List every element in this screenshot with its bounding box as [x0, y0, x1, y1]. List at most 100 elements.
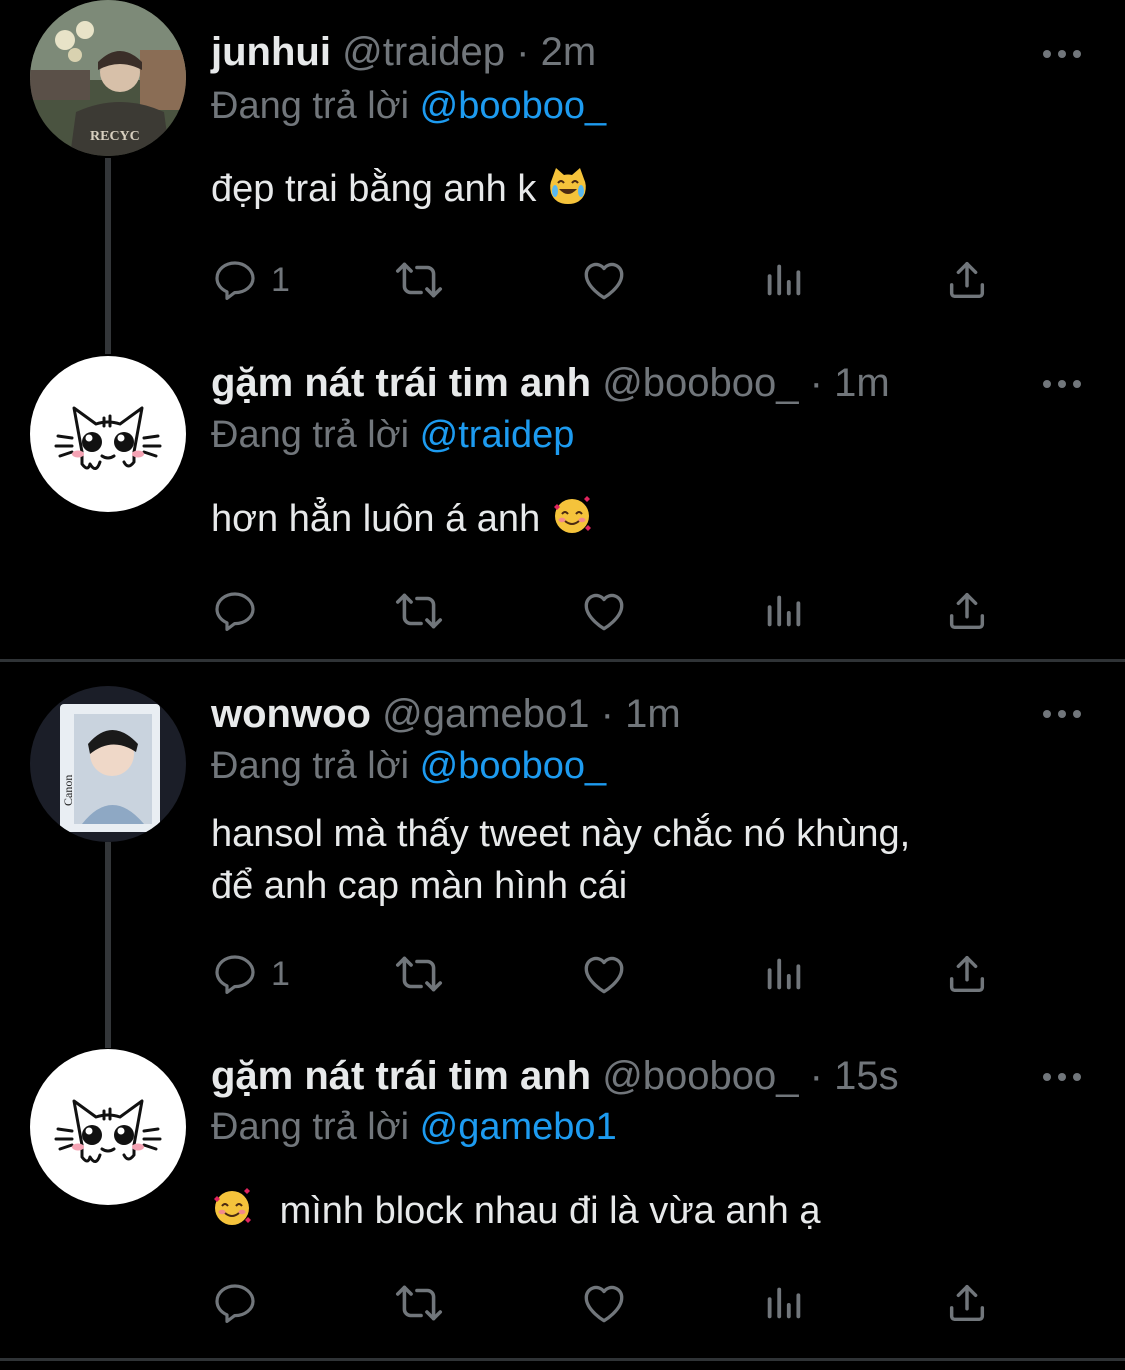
replying-to: Đang trả lời @booboo_ — [211, 742, 606, 790]
more-options-button[interactable] — [1040, 1067, 1084, 1087]
replying-to-label: Đang trả lời — [211, 745, 410, 787]
timestamp[interactable]: 1m — [625, 692, 681, 736]
mention-link[interactable]: @booboo_ — [420, 745, 607, 787]
like-button[interactable] — [579, 581, 629, 641]
smiling-face-with-hearts-emoji — [553, 496, 591, 533]
like-icon — [579, 255, 629, 305]
tweet-2[interactable]: gặm nát trái tim anh @booboo_ · 1m Đang … — [0, 355, 1125, 655]
conversation-divider — [0, 1358, 1125, 1361]
avatar[interactable] — [30, 356, 186, 512]
share-icon — [944, 257, 990, 303]
mention-link[interactable]: @traidep — [420, 414, 575, 456]
share-button[interactable] — [944, 581, 990, 641]
more-options-button[interactable] — [1040, 704, 1084, 724]
tweet-text-content: hơn hẳn luôn á anh — [211, 498, 541, 540]
reply-button[interactable] — [211, 581, 259, 641]
cat-doodle-avatar — [30, 1049, 186, 1205]
tweet-text-content: mình block nhau đi là vừa anh ạ — [279, 1190, 821, 1232]
separator-dot: · — [600, 692, 614, 736]
display-name[interactable]: gặm nát trái tim anh — [211, 361, 591, 405]
replying-to-label: Đang trả lời — [211, 414, 410, 456]
like-button[interactable] — [579, 250, 629, 310]
separator-dot: · — [809, 1054, 823, 1098]
like-icon — [579, 949, 629, 999]
reply-icon — [211, 256, 259, 304]
crying-laughing-cat-emoji — [550, 168, 586, 204]
analytics-icon — [761, 588, 807, 634]
reply-icon — [211, 950, 259, 998]
tweet-text: mình block nhau đi là vừa anh ạ — [211, 1185, 1061, 1237]
like-button[interactable] — [579, 1273, 629, 1333]
analytics-button[interactable] — [761, 250, 807, 310]
share-icon — [944, 1280, 990, 1326]
more-icon — [1040, 44, 1084, 64]
tweet-text-line: hansol mà thấy tweet này chắc nó khùng, — [211, 813, 911, 855]
thread-connector-line — [105, 842, 111, 1048]
timestamp[interactable]: 1m — [834, 361, 890, 405]
more-options-button[interactable] — [1040, 374, 1084, 394]
analytics-icon — [761, 1280, 807, 1326]
retweet-button[interactable] — [394, 250, 444, 310]
tweet-header: gặm nát trái tim anh @booboo_ · 1m — [211, 358, 890, 408]
reply-count: 1 — [271, 260, 290, 299]
cat-doodle-avatar — [30, 356, 186, 512]
timestamp[interactable]: 2m — [541, 30, 597, 74]
replying-to-label: Đang trả lời — [211, 85, 410, 127]
analytics-button[interactable] — [761, 944, 807, 1004]
mention-link[interactable]: @booboo_ — [420, 85, 607, 127]
photo-person-avatar — [30, 0, 186, 156]
retweet-icon — [394, 255, 444, 305]
photo-person-avatar — [30, 686, 186, 842]
like-icon — [579, 586, 629, 636]
tweet-1[interactable]: junhui @traidep · 2m Đang trả lời @boobo… — [0, 0, 1125, 330]
timestamp[interactable]: 15s — [834, 1054, 899, 1098]
retweet-icon — [394, 949, 444, 999]
tweet-actions: 1 — [211, 944, 1011, 1004]
tweet-text: hansol mà thấy tweet này chắc nó khùng, … — [211, 808, 1061, 912]
tweet-4[interactable]: gặm nát trái tim anh @booboo_ · 15s Đang… — [0, 1049, 1125, 1359]
share-icon — [944, 588, 990, 634]
tweet-text-line: để anh cap màn hình cái — [211, 865, 628, 907]
tweet-header: gặm nát trái tim anh @booboo_ · 15s — [211, 1051, 899, 1101]
tweet-actions — [211, 1273, 1011, 1333]
reply-icon — [211, 587, 259, 635]
more-icon — [1040, 374, 1084, 394]
display-name[interactable]: gặm nát trái tim anh — [211, 1054, 591, 1098]
share-button[interactable] — [944, 250, 990, 310]
thread-connector-line — [105, 158, 111, 354]
display-name[interactable]: junhui — [211, 30, 331, 74]
user-handle[interactable]: @traidep — [342, 30, 505, 74]
more-icon — [1040, 1067, 1084, 1087]
like-button[interactable] — [579, 944, 629, 1004]
user-handle[interactable]: @booboo_ — [602, 1054, 798, 1098]
retweet-button[interactable] — [394, 944, 444, 1004]
replying-to: Đang trả lời @gamebo1 — [211, 1103, 617, 1151]
display-name[interactable]: wonwoo — [211, 692, 371, 736]
analytics-button[interactable] — [761, 1273, 807, 1333]
avatar[interactable] — [30, 1049, 186, 1205]
analytics-icon — [761, 951, 807, 997]
reply-icon — [211, 1279, 259, 1327]
replying-to: Đang trả lời @booboo_ — [211, 82, 606, 130]
user-handle[interactable]: @gamebo1 — [382, 692, 589, 736]
retweet-icon — [394, 586, 444, 636]
avatar[interactable] — [30, 0, 186, 156]
user-handle[interactable]: @booboo_ — [602, 361, 798, 405]
reply-count: 1 — [271, 954, 290, 993]
avatar[interactable] — [30, 686, 186, 842]
retweet-button[interactable] — [394, 581, 444, 641]
analytics-button[interactable] — [761, 581, 807, 641]
share-button[interactable] — [944, 944, 990, 1004]
reply-button[interactable]: 1 — [211, 250, 290, 310]
tweet-header: wonwoo @gamebo1 · 1m — [211, 689, 681, 739]
reply-button[interactable]: 1 — [211, 944, 290, 1004]
mention-link[interactable]: @gamebo1 — [420, 1106, 617, 1148]
replying-to: Đang trả lời @traidep — [211, 411, 574, 459]
tweet-text: đẹp trai bằng anh k — [211, 163, 1061, 215]
tweet-3[interactable]: wonwoo @gamebo1 · 1m Đang trả lời @boobo… — [0, 686, 1125, 1036]
tweet-header: junhui @traidep · 2m — [211, 27, 596, 77]
reply-button[interactable] — [211, 1273, 259, 1333]
more-options-button[interactable] — [1040, 44, 1084, 64]
retweet-button[interactable] — [394, 1273, 444, 1333]
share-button[interactable] — [944, 1273, 990, 1333]
